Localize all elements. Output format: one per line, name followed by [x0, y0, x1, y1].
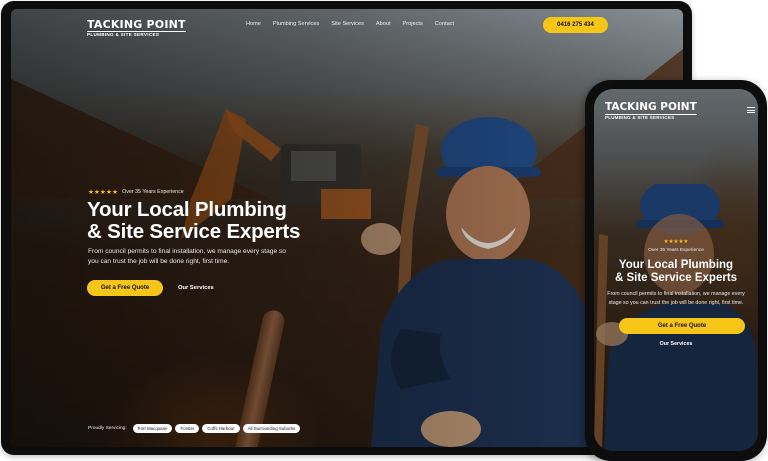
- mobile-headline-line-1: Your Local Plumbing: [618, 259, 734, 271]
- mobile-device-frame: TACKING POINT PLUMBING & SITE SERVICES ★…: [585, 80, 767, 461]
- hero-subtext: From council permits to final installati…: [88, 248, 286, 265]
- mobile-site-logo[interactable]: TACKING POINT PLUMBING & SITE SERVICES: [605, 102, 697, 121]
- star-icon: ★★★★★: [88, 189, 119, 196]
- nav-home[interactable]: Home: [246, 21, 261, 27]
- headline-line-2: & Site Service Experts: [87, 219, 301, 243]
- mobile-headline-line-2: & Site Service Experts: [614, 272, 738, 284]
- phone-call-button[interactable]: 0416 275 434: [543, 17, 608, 33]
- our-services-link[interactable]: Our Services: [178, 285, 214, 291]
- desktop-screen: TACKING POINT PLUMBING & SITE SERVICES H…: [11, 9, 683, 447]
- mobile-get-quote-button[interactable]: Get a Free Quote: [619, 318, 745, 334]
- experience-badge: ★★★★★ Over 35 Years Experience: [88, 188, 184, 196]
- area-pill-coffs-harbour: Coffs Harbour: [202, 424, 240, 433]
- area-pill-port-macquarie: Port Macquarie: [132, 424, 173, 433]
- mobile-our-services-link[interactable]: Our Services: [594, 341, 758, 347]
- nav-projects[interactable]: Projects: [403, 21, 423, 27]
- mobile-logo-tagline: PLUMBING & SITE SERVICES: [605, 114, 697, 121]
- get-quote-button[interactable]: Get a Free Quote: [87, 280, 163, 296]
- hamburger-icon[interactable]: [747, 107, 755, 113]
- mobile-star-icon: ★★★★★: [663, 239, 689, 245]
- nav-site-services[interactable]: Site Services: [331, 21, 364, 27]
- site-logo[interactable]: TACKING POINT PLUMBING & SITE SERVICES: [87, 19, 186, 38]
- mobile-experience-text: Over 35 Years Experience: [648, 248, 704, 253]
- mobile-hero-subtext: From council permits to final installati…: [607, 291, 745, 306]
- area-pill-all-suburbs: All Surrounding Suburbs: [242, 424, 301, 433]
- mobile-hero-headline: Your Local Plumbing & Site Service Exper…: [594, 259, 758, 285]
- area-pill-forster: Forster: [175, 424, 200, 433]
- main-nav: Home Plumbing Services Site Services Abo…: [246, 21, 454, 27]
- headline-line-1: Your Local Plumbing: [87, 198, 287, 221]
- mobile-screen: TACKING POINT PLUMBING & SITE SERVICES ★…: [594, 89, 758, 451]
- nav-plumbing-services[interactable]: Plumbing Services: [273, 21, 319, 27]
- logo-wordmark: TACKING POINT: [87, 18, 186, 31]
- service-areas-label: Proudly Servicing:: [88, 426, 127, 431]
- site-header: TACKING POINT PLUMBING & SITE SERVICES H…: [11, 9, 683, 41]
- mobile-logo-wordmark: TACKING POINT: [605, 101, 697, 113]
- nav-about[interactable]: About: [376, 21, 391, 27]
- experience-text: Over 35 Years Experience: [122, 189, 184, 195]
- hero-headline: Your Local Plumbing & Site Service Exper…: [87, 199, 347, 242]
- nav-contact[interactable]: Contact: [435, 21, 454, 27]
- service-areas: Proudly Servicing: Port Macquarie Forste…: [88, 424, 301, 433]
- logo-tagline: PLUMBING & SITE SERVICES: [87, 31, 186, 38]
